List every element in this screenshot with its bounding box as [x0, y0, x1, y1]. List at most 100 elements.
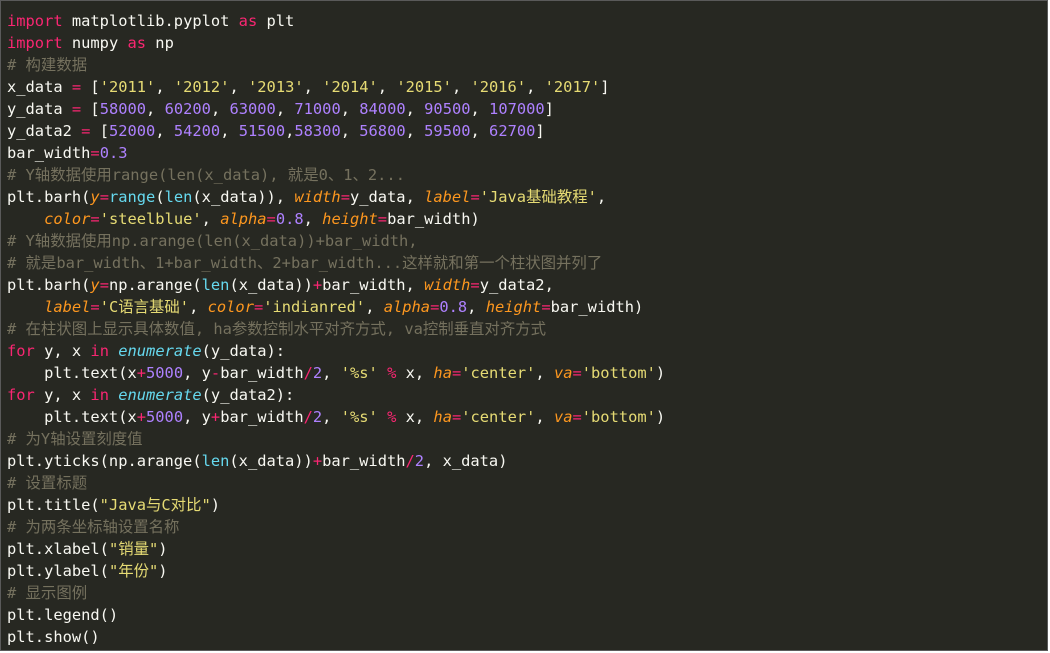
code-token: len: [201, 452, 230, 470]
code-line[interactable]: # Y轴数据使用range(len(x_data), 就是0、1、2...: [7, 164, 665, 186]
code-token: =: [253, 298, 264, 316]
code-line[interactable]: plt.ylabel("年份"): [7, 560, 665, 582]
code-token: -: [210, 364, 221, 382]
code-token: x,: [396, 364, 434, 382]
code-token: ,: [201, 210, 221, 228]
code-line[interactable]: plt.title("Java与C对比"): [7, 494, 665, 516]
code-token: # 就是bar_width、1+bar_width、2+bar_width...…: [7, 254, 603, 272]
code-token: label: [424, 188, 471, 206]
code-line[interactable]: # 设置标题: [7, 472, 665, 494]
code-token: 54200: [173, 122, 221, 140]
code-token: plt.xlabel(: [7, 540, 109, 558]
code-token: , y: [183, 408, 211, 426]
code-line[interactable]: # Y轴数据使用np.arange(len(x_data))+bar_width…: [7, 230, 665, 252]
code-token: np.arange(: [108, 276, 202, 294]
code-token: plt.barh(: [7, 188, 91, 206]
code-line[interactable]: y_data = [58000, 60200, 63000, 71000, 84…: [7, 98, 665, 120]
code-token: 84000: [359, 100, 406, 118]
code-token: 62700: [489, 122, 536, 140]
code-token: # 在柱状图上显示具体数值, ha参数控制水平对齐方式, va控制垂直对齐方式: [7, 320, 546, 338]
code-token: plt.show(): [7, 628, 100, 646]
code-token: ): [655, 364, 666, 382]
code-token: =: [99, 188, 109, 206]
code-token: # 设置标题: [7, 474, 88, 492]
code-line[interactable]: color='steelblue', alpha=0.8, height=bar…: [7, 208, 665, 230]
code-token: ha: [433, 364, 452, 382]
code-token: "年份": [108, 562, 159, 580]
code-token: height: [485, 298, 542, 316]
code-token: bar_width,: [322, 276, 425, 294]
code-token: bar_width: [7, 144, 91, 162]
code-line[interactable]: import matplotlib.pyplot as plt: [7, 10, 665, 32]
code-token: plt: [257, 12, 295, 30]
code-token: ): [158, 562, 168, 580]
code-token: ,: [405, 100, 425, 118]
code-token: ,: [146, 100, 165, 118]
code-token: 56800: [359, 122, 406, 140]
code-token: 90500: [424, 100, 471, 118]
code-token: ,: [535, 408, 554, 426]
code-line[interactable]: for y, x in enumerate(y_data):: [7, 340, 665, 362]
code-token: for: [7, 342, 35, 360]
code-token: =: [377, 210, 388, 228]
code-token: bar_width: [322, 452, 406, 470]
code-line[interactable]: x_data = ['2011', '2012', '2013', '2014'…: [7, 76, 665, 98]
code-token: as: [127, 34, 147, 52]
code-editor[interactable]: import matplotlib.pyplot as plt import nu…: [0, 0, 1048, 651]
code-token: =: [266, 210, 276, 228]
code-token: width: [424, 276, 471, 294]
code-line[interactable]: # 为Y轴设置刻度值: [7, 428, 665, 450]
code-line[interactable]: plt.text(x+5000, y-bar_width/2, '%s' % x…: [7, 362, 665, 384]
code-token: # Y轴数据使用range(len(x_data), 就是0、1、2...: [7, 166, 405, 184]
code-token: ,: [470, 100, 490, 118]
code-token: 'Java基础教程': [479, 188, 597, 206]
code-token: y: [90, 276, 100, 294]
code-token: ): [158, 540, 168, 558]
code-token: ,: [322, 408, 341, 426]
code-token: =: [71, 78, 82, 96]
code-token: 'indianred': [263, 298, 366, 316]
code-token: plt.legend(): [7, 606, 119, 624]
code-token: ]: [535, 122, 545, 140]
code-token: 'bottom': [581, 408, 656, 426]
code-line[interactable]: plt.yticks(np.arange(len(x_data))+bar_wi…: [7, 450, 665, 472]
code-line[interactable]: # 显示图例: [7, 582, 665, 604]
code-line[interactable]: plt.barh(y=np.arange(len(x_data))+bar_wi…: [7, 274, 665, 296]
code-line[interactable]: plt.barh(y=range(len(x_data)), width=y_d…: [7, 186, 665, 208]
code-token: ]: [600, 78, 610, 96]
code-token: +: [312, 276, 323, 294]
code-line[interactable]: plt.text(x+5000, y+bar_width/2, '%s' % x…: [7, 406, 665, 428]
code-token: # Y轴数据使用np.arange(len(x_data))+bar_width…: [7, 232, 418, 250]
code-token: =: [451, 364, 462, 382]
code-token: ,: [470, 122, 490, 140]
code-line[interactable]: # 在柱状图上显示具体数值, ha参数控制水平对齐方式, va控制垂直对齐方式: [7, 318, 665, 340]
code-line[interactable]: y_data2 = [52000, 54200, 51500,58300, 56…: [7, 120, 665, 142]
code-token: in: [90, 386, 109, 404]
code-token: # 显示图例: [7, 584, 88, 602]
code-line[interactable]: # 构建数据: [7, 54, 665, 76]
code-line[interactable]: plt.legend(): [7, 604, 665, 626]
code-line[interactable]: import numpy as np: [7, 32, 665, 54]
code-line[interactable]: # 为两条坐标轴设置名称: [7, 516, 665, 538]
code-line[interactable]: bar_width=0.3: [7, 142, 665, 164]
code-token: "Java与C对比": [99, 496, 211, 514]
code-token: 71000: [294, 100, 341, 118]
code-line[interactable]: # 就是bar_width、1+bar_width、2+bar_width...…: [7, 252, 665, 274]
code-token: matplotlib.pyplot: [62, 12, 239, 30]
code-line[interactable]: plt.show(): [7, 626, 665, 648]
code-token: ,: [155, 122, 174, 140]
code-line[interactable]: for y, x in enumerate(y_data2):: [7, 384, 665, 406]
code-token: 63000: [229, 100, 276, 118]
code-token: ,: [535, 364, 554, 382]
code-token: enumerate: [118, 386, 202, 404]
code-token: width: [294, 188, 341, 206]
code-token: +: [136, 408, 147, 426]
code-line[interactable]: plt.xlabel("销量"): [7, 538, 665, 560]
code-line[interactable]: label='C语言基础', color='indianred', alpha=…: [7, 296, 665, 318]
code-area[interactable]: import matplotlib.pyplot as plt import nu…: [7, 10, 665, 648]
code-token: plt.ylabel(: [7, 562, 109, 580]
code-token: %: [387, 408, 397, 426]
